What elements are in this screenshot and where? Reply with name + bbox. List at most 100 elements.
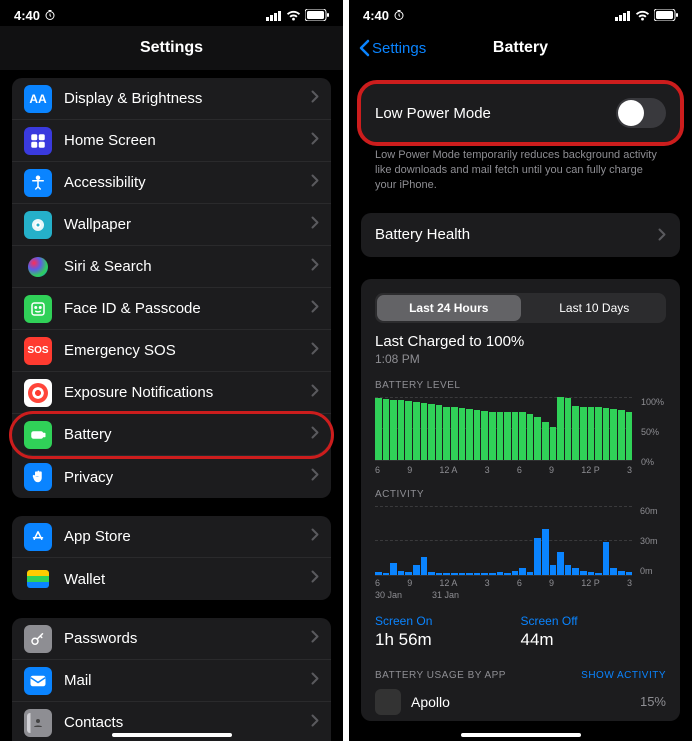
row-label: Battery xyxy=(64,426,311,443)
chevron-right-icon xyxy=(311,384,319,402)
status-time: 4:40 xyxy=(363,8,389,23)
settings-row-wallpaper[interactable]: Wallpaper xyxy=(12,204,331,246)
row-label: Display & Brightness xyxy=(64,90,311,107)
settings-row-wallet[interactable]: Wallet xyxy=(12,558,331,600)
exposure-icon xyxy=(24,379,52,407)
chevron-right-icon xyxy=(311,258,319,276)
row-label: Face ID & Passcode xyxy=(64,300,311,317)
lpm-caption: Low Power Mode temporarily reduces backg… xyxy=(361,142,680,193)
row-label: Privacy xyxy=(64,469,311,486)
lpm-toggle[interactable] xyxy=(616,98,666,128)
settings-row-siri-search[interactable]: Siri & Search xyxy=(12,246,331,288)
battery-icon xyxy=(654,9,678,21)
settings-row-battery[interactable]: Battery xyxy=(12,414,331,456)
settings-row-accessibility[interactable]: Accessibility xyxy=(12,162,331,204)
row-label: Exposure Notifications xyxy=(64,384,311,401)
settings-row-mail[interactable]: Mail xyxy=(12,660,331,702)
status-bar: 4:40 xyxy=(349,0,692,26)
back-button[interactable]: Settings xyxy=(359,39,426,57)
settings-screen: 4:40 Settings AADisplay & BrightnessHome… xyxy=(0,0,343,741)
chevron-right-icon xyxy=(311,426,319,444)
cellular-icon xyxy=(615,10,631,21)
chevron-right-icon xyxy=(311,132,319,150)
usage-by-app-label: BATTERY USAGE BY APP xyxy=(375,670,506,681)
hand-icon xyxy=(24,463,52,491)
wifi-icon xyxy=(635,10,650,21)
siri-icon xyxy=(24,253,52,281)
settings-row-emergency-sos[interactable]: SOS Emergency SOS xyxy=(12,330,331,372)
battery-screen: 4:40 Settings Battery Low Power Mode Low… xyxy=(349,0,692,741)
page-title: Battery xyxy=(493,39,548,57)
timer-icon xyxy=(393,9,405,21)
batt-icon xyxy=(24,421,52,449)
cellular-icon xyxy=(266,10,282,21)
row-label: Home Screen xyxy=(64,132,311,149)
app-name: Apollo xyxy=(411,694,640,710)
chevron-right-icon xyxy=(311,528,319,546)
wall-icon xyxy=(24,211,52,239)
battery-level-label: BATTERY LEVEL xyxy=(375,380,666,391)
lpm-label: Low Power Mode xyxy=(375,105,491,122)
seg-10d[interactable]: Last 10 Days xyxy=(523,293,667,323)
chevron-left-icon xyxy=(359,39,370,57)
status-bar: 4:40 xyxy=(0,0,343,26)
SOS-icon: SOS xyxy=(24,337,52,365)
usage-block: Last 24 Hours Last 10 Days Last Charged … xyxy=(361,279,680,721)
chevron-right-icon xyxy=(311,174,319,192)
settings-row-exposure-notifications[interactable]: Exposure Notifications xyxy=(12,372,331,414)
screen-on-label: Screen On xyxy=(375,614,521,628)
chevron-right-icon xyxy=(311,468,319,486)
battery-health-label: Battery Health xyxy=(375,226,470,243)
show-activity-button[interactable]: SHOW ACTIVITY xyxy=(581,670,666,681)
navbar: Settings Battery xyxy=(349,26,692,70)
settings-row-privacy[interactable]: Privacy xyxy=(12,456,331,498)
settings-row-face-id-passcode[interactable]: Face ID & Passcode xyxy=(12,288,331,330)
battery-icon xyxy=(305,9,329,21)
chevron-right-icon xyxy=(311,630,319,648)
row-label: Contacts xyxy=(64,714,311,731)
seg-24h[interactable]: Last 24 Hours xyxy=(377,295,521,321)
home-indicator[interactable] xyxy=(112,733,232,737)
row-label: App Store xyxy=(64,528,311,545)
settings-row-home-screen[interactable]: Home Screen xyxy=(12,120,331,162)
chevron-right-icon xyxy=(311,672,319,690)
row-label: Wallpaper xyxy=(64,216,311,233)
low-power-mode-row[interactable]: Low Power Mode xyxy=(361,84,680,142)
row-label: Accessibility xyxy=(64,174,311,191)
wallet-icon xyxy=(24,565,52,593)
time-segment[interactable]: Last 24 Hours Last 10 Days xyxy=(375,293,666,323)
mail-icon xyxy=(24,667,52,695)
chevron-right-icon xyxy=(311,300,319,318)
activity-label: ACTIVITY xyxy=(375,489,666,500)
battery-level-chart: 100%50%0% 6912 A36912 P3 xyxy=(375,397,666,475)
app-usage-row[interactable]: Apollo 15% xyxy=(375,689,666,715)
contacts-icon xyxy=(24,709,52,737)
status-time: 4:40 xyxy=(14,8,40,23)
chevron-right-icon xyxy=(311,342,319,360)
wifi-icon xyxy=(286,10,301,21)
chevron-right-icon xyxy=(658,228,666,241)
last-charged: Last Charged to 100% xyxy=(375,333,666,350)
battery-health-row[interactable]: Battery Health xyxy=(361,213,680,257)
row-label: Wallet xyxy=(64,571,311,588)
screen-off-label: Screen Off xyxy=(521,614,667,628)
screen-stats: Screen On 1h 56m Screen Off 44m xyxy=(375,614,666,650)
screen-off-value: 44m xyxy=(521,630,667,650)
row-label: Mail xyxy=(64,672,311,689)
row-label: Emergency SOS xyxy=(64,342,311,359)
settings-row-display-brightness[interactable]: AADisplay & Brightness xyxy=(12,78,331,120)
settings-row-app-store[interactable]: App Store xyxy=(12,516,331,558)
chevron-right-icon xyxy=(311,216,319,234)
chevron-right-icon xyxy=(311,90,319,108)
screen-on-value: 1h 56m xyxy=(375,630,521,650)
settings-row-passwords[interactable]: Passwords xyxy=(12,618,331,660)
key-icon xyxy=(24,625,52,653)
home-indicator[interactable] xyxy=(461,733,581,737)
timer-icon xyxy=(44,9,56,21)
face-icon xyxy=(24,295,52,323)
appstore-icon xyxy=(24,523,52,551)
app-pct: 15% xyxy=(640,694,666,709)
row-label: Passwords xyxy=(64,630,311,647)
back-label: Settings xyxy=(372,40,426,57)
chevron-right-icon xyxy=(311,570,319,588)
